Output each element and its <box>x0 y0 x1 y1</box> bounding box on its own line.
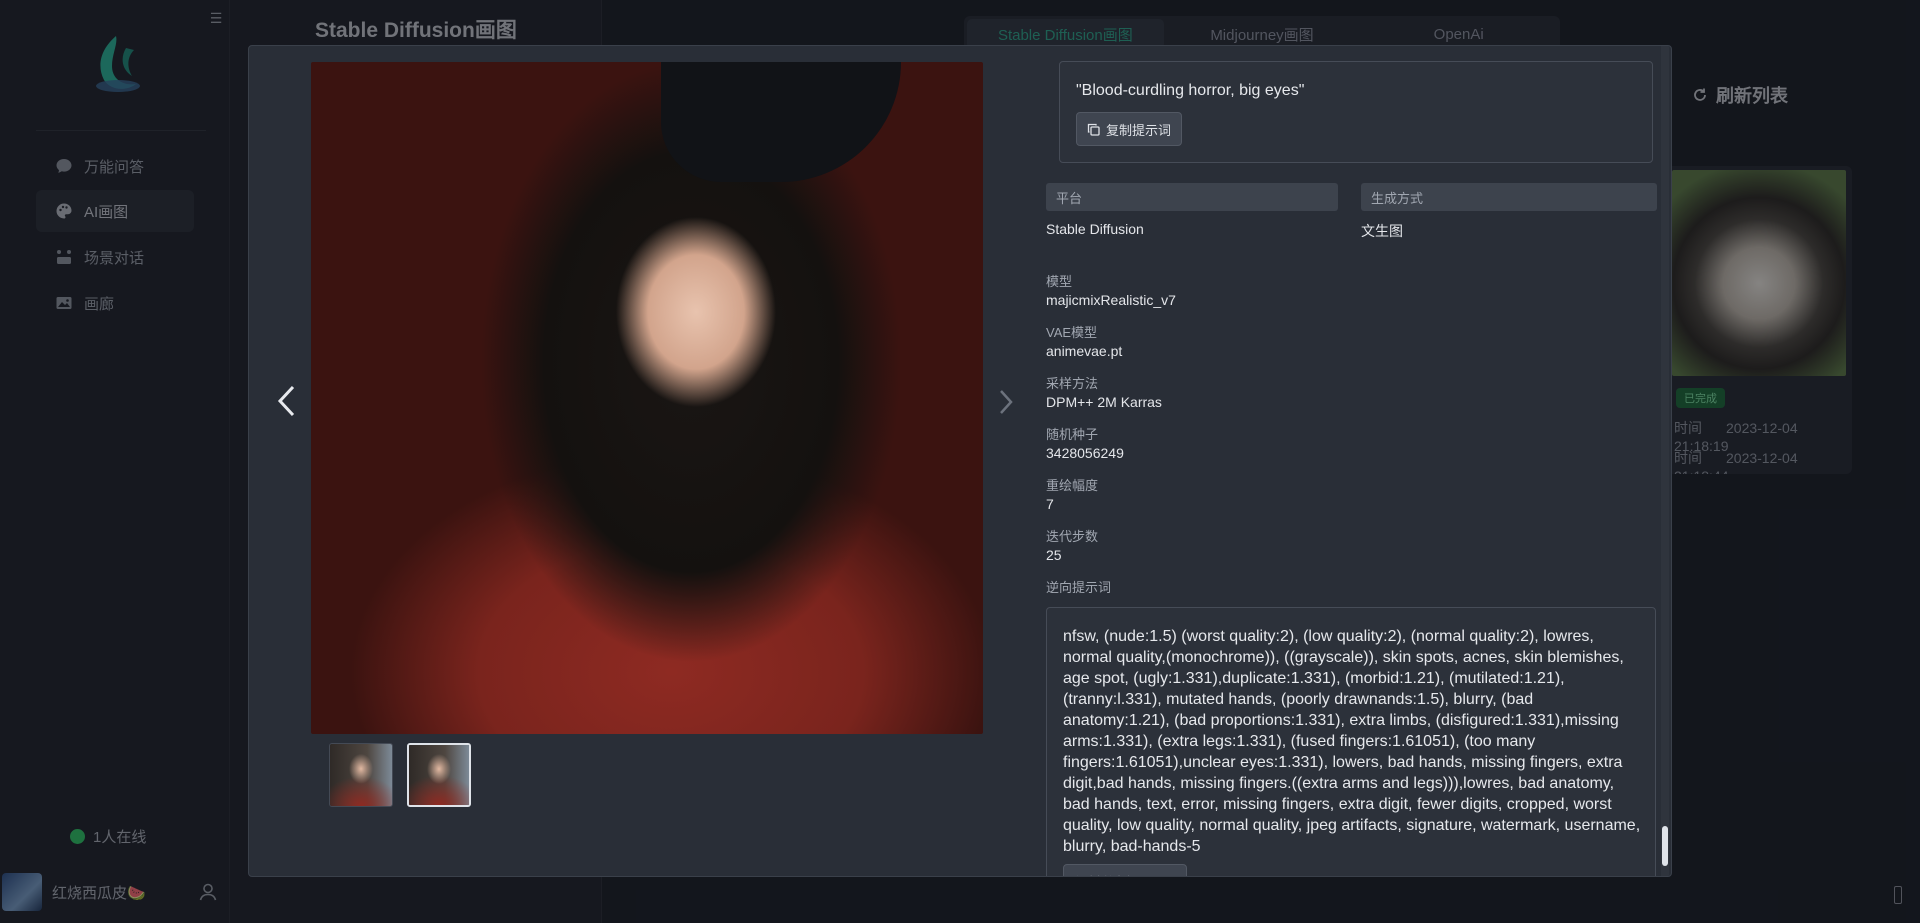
image-detail-modal: "Blood-curdling horror, big eyes" 复制提示词 … <box>248 45 1672 877</box>
cfg-value: 7 <box>1046 496 1054 512</box>
thumbnail-1[interactable] <box>329 743 393 807</box>
negative-prompt-label: 逆向提示词 <box>1046 580 1112 595</box>
model-label: 模型 <box>1046 274 1073 289</box>
modal-scrollbar[interactable] <box>1661 46 1669 876</box>
prompt-text: "Blood-curdling horror, big eyes" <box>1076 82 1305 99</box>
cfg-label: 重绘幅度 <box>1046 478 1099 493</box>
model-value: majicmixRealistic_v7 <box>1046 292 1176 308</box>
sampler-value: DPM++ 2M Karras <box>1046 394 1162 410</box>
chevron-right-icon[interactable] <box>997 388 1015 416</box>
sampler-label: 采样方法 <box>1046 376 1099 391</box>
prompt-box: "Blood-curdling horror, big eyes" 复制提示词 <box>1059 61 1653 163</box>
method-label: 生成方式 <box>1361 183 1657 211</box>
generated-image <box>311 62 983 734</box>
platform-value: Stable Diffusion <box>1046 221 1144 237</box>
copy-prompt-button[interactable]: 复制提示词 <box>1076 112 1183 146</box>
copy-negative-button[interactable]: 复制逆向提示词 <box>1063 864 1187 876</box>
negative-prompt-box: nfsw, (nude:1.5) (worst quality:2), (low… <box>1046 607 1656 876</box>
negative-prompt-text: nfsw, (nude:1.5) (worst quality:2), (low… <box>1063 628 1641 855</box>
steps-label: 迭代步数 <box>1046 529 1099 544</box>
copy-icon <box>1087 123 1100 136</box>
vae-value: animevae.pt <box>1046 343 1123 359</box>
steps-value: 25 <box>1046 547 1062 563</box>
thumbnail-2[interactable] <box>407 743 471 807</box>
platform-label: 平台 <box>1046 183 1338 211</box>
method-value: 文生图 <box>1361 223 1403 239</box>
modal-scrollbar-thumb[interactable] <box>1662 826 1668 866</box>
seed-value: 3428056249 <box>1046 445 1124 461</box>
vae-label: VAE模型 <box>1046 325 1098 340</box>
chevron-left-icon[interactable] <box>275 384 297 418</box>
seed-label: 随机种子 <box>1046 427 1099 442</box>
